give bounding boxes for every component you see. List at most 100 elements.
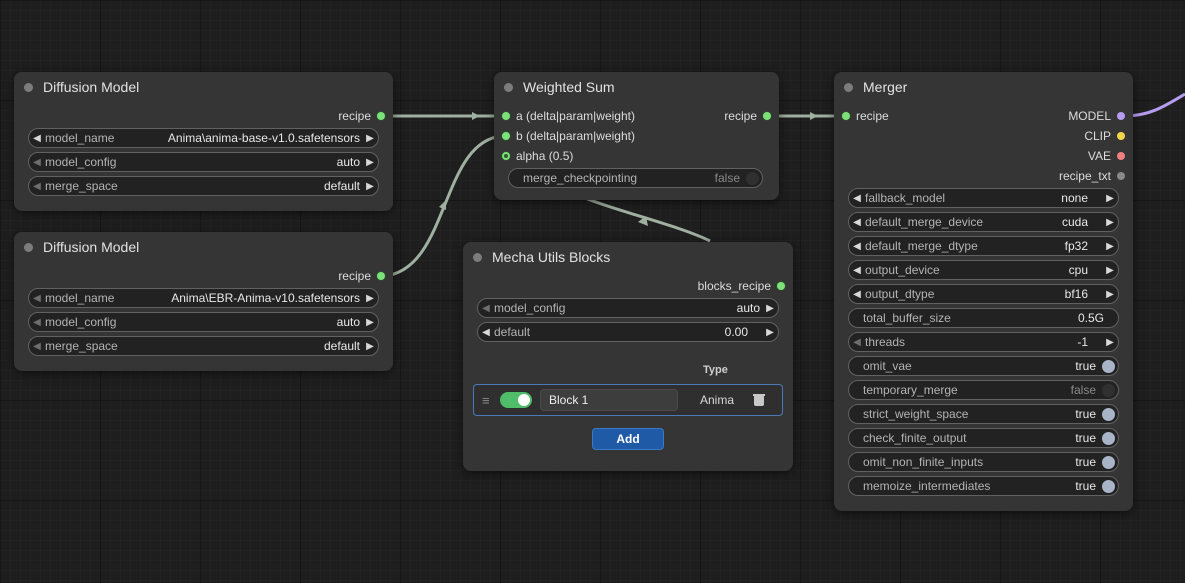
right-arrow-icon[interactable]: ▶	[1102, 193, 1118, 204]
merge-space-combo[interactable]: ◀ merge_space default ▶	[28, 336, 379, 356]
node-header[interactable]: Merger	[834, 72, 1133, 102]
add-block-button[interactable]: Add	[592, 428, 664, 450]
output-vae[interactable]: VAE	[1088, 146, 1125, 166]
left-arrow-icon[interactable]: ◀	[849, 193, 865, 204]
drag-handle-icon[interactable]: ≡	[482, 393, 494, 408]
input-b[interactable]: b (delta|param|weight)	[502, 126, 635, 146]
right-arrow-icon[interactable]: ▶	[362, 293, 378, 304]
output-socket[interactable]	[763, 112, 771, 120]
left-arrow-icon[interactable]: ◀	[849, 337, 865, 348]
right-arrow-icon[interactable]: ▶	[362, 341, 378, 352]
output-recipe[interactable]: recipe	[338, 266, 385, 286]
right-arrow-icon[interactable]: ▶	[762, 303, 778, 314]
right-arrow-icon[interactable]: ▶	[362, 181, 378, 192]
toggle-knob[interactable]	[1102, 407, 1115, 421]
right-arrow-icon[interactable]: ▶	[1102, 241, 1118, 252]
omit-vae-toggle[interactable]: omit_vae true	[848, 356, 1119, 376]
omit-non-finite-inputs-toggle[interactable]: omit_non_finite_inputs true	[848, 452, 1119, 472]
left-arrow-icon[interactable]: ◀	[29, 181, 45, 192]
input-alpha[interactable]: alpha (0.5)	[502, 146, 573, 166]
node-header[interactable]: Diffusion Model	[14, 72, 393, 102]
total-buffer-size-field[interactable]: total_buffer_size 0.5G	[848, 308, 1119, 328]
left-arrow-icon[interactable]: ◀	[29, 317, 45, 328]
toggle-knob[interactable]	[1102, 431, 1115, 445]
diffusion-model-node-2[interactable]: Diffusion Model recipe ◀ model_name Anim…	[14, 232, 393, 371]
default-merge-dtype-combo[interactable]: ◀ default_merge_dtype fp32 ▶	[848, 236, 1119, 256]
output-socket[interactable]	[1117, 112, 1125, 120]
left-arrow-icon[interactable]: ◀	[29, 133, 45, 144]
output-socket[interactable]	[1117, 132, 1125, 140]
node-collapse-dot[interactable]	[504, 82, 513, 92]
right-arrow-icon[interactable]: ▶	[1102, 337, 1118, 348]
right-arrow-icon[interactable]: ▶	[762, 327, 778, 338]
temporary-merge-toggle[interactable]: temporary_merge false	[848, 380, 1119, 400]
left-arrow-icon[interactable]: ◀	[478, 327, 494, 338]
model-name-combo[interactable]: ◀ model_name Anima\EBR-Anima-v10.safeten…	[28, 288, 379, 308]
output-clip[interactable]: CLIP	[1084, 126, 1125, 146]
node-header[interactable]: Mecha Utils Blocks	[463, 242, 793, 272]
output-recipe[interactable]: recipe	[338, 106, 385, 126]
block-name-input[interactable]: Block 1	[540, 389, 678, 411]
memoize-intermediates-toggle[interactable]: memoize_intermediates true	[848, 476, 1119, 496]
left-arrow-icon[interactable]: ◀	[29, 157, 45, 168]
output-recipe[interactable]: recipe	[724, 106, 771, 126]
left-arrow-icon[interactable]: ◀	[849, 289, 865, 300]
fallback-model-combo[interactable]: ◀ fallback_model none ▶	[848, 188, 1119, 208]
output-socket[interactable]	[1117, 152, 1125, 160]
toggle-knob[interactable]	[1102, 359, 1115, 373]
toggle-knob[interactable]	[746, 171, 759, 185]
default-merge-device-combo[interactable]: ◀ default_merge_device cuda ▶	[848, 212, 1119, 232]
right-arrow-icon[interactable]: ▶	[362, 317, 378, 328]
model-config-combo[interactable]: ◀ model_config auto ▶	[28, 312, 379, 332]
strict-weight-space-toggle[interactable]: strict_weight_space true	[848, 404, 1119, 424]
merger-node[interactable]: Merger recipe MODEL CLIP VAE recipe_txt …	[834, 72, 1133, 511]
diffusion-model-node-1[interactable]: Diffusion Model recipe ◀ model_name Anim…	[14, 72, 393, 211]
right-arrow-icon[interactable]: ▶	[362, 157, 378, 168]
left-arrow-icon[interactable]: ◀	[849, 241, 865, 252]
left-arrow-icon[interactable]: ◀	[29, 293, 45, 304]
model-config-combo[interactable]: ◀ model_config auto ▶	[477, 298, 779, 318]
right-arrow-icon[interactable]: ▶	[1102, 289, 1118, 300]
toggle-knob[interactable]	[1102, 479, 1115, 493]
right-arrow-icon[interactable]: ▶	[362, 133, 378, 144]
check-finite-output-toggle[interactable]: check_finite_output true	[848, 428, 1119, 448]
output-recipe-txt[interactable]: recipe_txt	[1059, 166, 1125, 186]
input-socket[interactable]	[502, 152, 510, 160]
block-enable-toggle[interactable]	[500, 392, 532, 408]
right-arrow-icon[interactable]: ▶	[1102, 217, 1118, 228]
input-socket[interactable]	[842, 112, 850, 120]
model-name-combo[interactable]: ◀ model_name Anima\anima-base-v1.0.safet…	[28, 128, 379, 148]
node-header[interactable]: Weighted Sum	[494, 72, 779, 102]
input-socket[interactable]	[502, 112, 510, 120]
left-arrow-icon[interactable]: ◀	[478, 303, 494, 314]
output-dtype-combo[interactable]: ◀ output_dtype bf16 ▶	[848, 284, 1119, 304]
default-number[interactable]: ◀ default 0.00 ▶	[477, 322, 779, 342]
node-collapse-dot[interactable]	[24, 242, 33, 252]
input-a[interactable]: a (delta|param|weight)	[502, 106, 635, 126]
mecha-utils-blocks-node[interactable]: Mecha Utils Blocks blocks_recipe ◀ model…	[463, 242, 793, 471]
toggle-knob[interactable]	[1102, 383, 1115, 397]
output-socket[interactable]	[777, 282, 785, 290]
weighted-sum-node[interactable]: Weighted Sum a (delta|param|weight) b (d…	[494, 72, 779, 200]
model-config-combo[interactable]: ◀ model_config auto ▶	[28, 152, 379, 172]
left-arrow-icon[interactable]: ◀	[849, 217, 865, 228]
node-collapse-dot[interactable]	[844, 82, 853, 92]
output-model[interactable]: MODEL	[1068, 106, 1125, 126]
input-socket[interactable]	[502, 132, 510, 140]
node-header[interactable]: Diffusion Model	[14, 232, 393, 262]
node-collapse-dot[interactable]	[473, 252, 482, 262]
merge-space-combo[interactable]: ◀ merge_space default ▶	[28, 176, 379, 196]
output-socket[interactable]	[377, 112, 385, 120]
left-arrow-icon[interactable]: ◀	[29, 341, 45, 352]
output-socket[interactable]	[1117, 172, 1125, 180]
output-device-combo[interactable]: ◀ output_device cpu ▶	[848, 260, 1119, 280]
block-row[interactable]: ≡ Block 1 Anima	[473, 384, 783, 416]
input-recipe[interactable]: recipe	[842, 106, 889, 126]
left-arrow-icon[interactable]: ◀	[849, 265, 865, 276]
output-blocks-recipe[interactable]: blocks_recipe	[698, 276, 785, 296]
threads-number[interactable]: ◀ threads -1 ▶	[848, 332, 1119, 352]
right-arrow-icon[interactable]: ▶	[1102, 265, 1118, 276]
merge-checkpointing-toggle[interactable]: merge_checkpointing false	[508, 168, 763, 188]
node-collapse-dot[interactable]	[24, 82, 33, 92]
output-socket[interactable]	[377, 272, 385, 280]
